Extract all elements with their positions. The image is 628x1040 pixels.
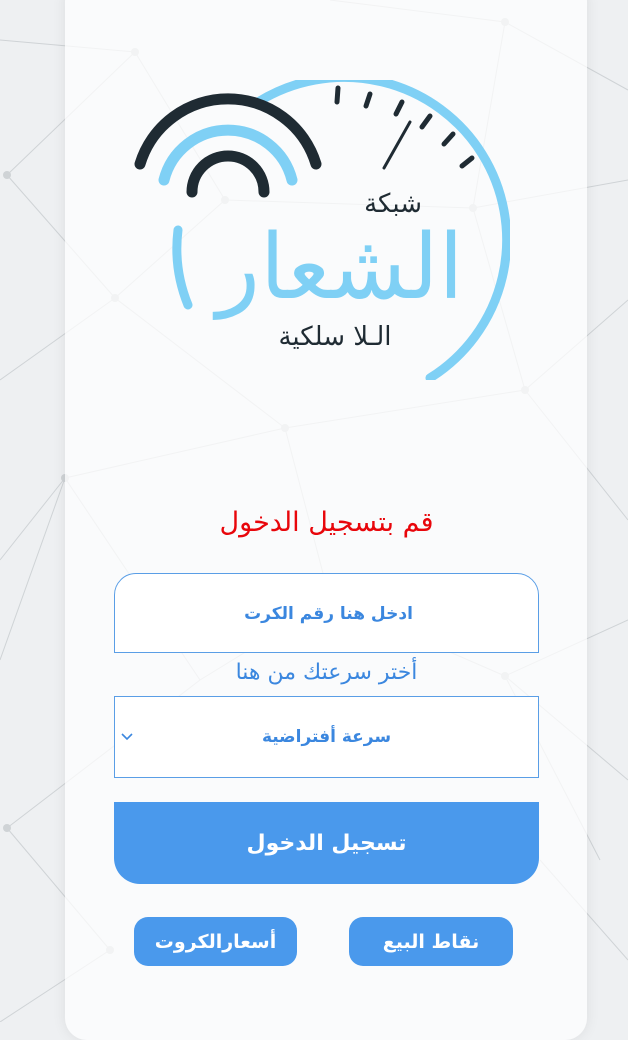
gauge-arc-left (172, 225, 193, 310)
sales-points-button[interactable]: نقاط البيع (349, 917, 513, 966)
wifi-icon (134, 93, 322, 198)
card-prices-button[interactable]: أسعارالكروت (134, 917, 297, 966)
speed-select[interactable]: سرعة أفتراضية (114, 696, 539, 778)
gauge-ticks (334, 85, 475, 169)
card-number-field[interactable] (114, 573, 542, 654)
login-heading: قم بتسجيل الدخول (219, 507, 434, 538)
gauge-needle (382, 120, 412, 170)
logo-brand-name: الشعار (212, 215, 463, 320)
speed-selected-value: سرعة أفتراضية (261, 727, 392, 747)
logo-wireless-label: الـلا سلكية (278, 322, 391, 352)
brand-logo: شبكة الشعار الـلا سلكية (134, 80, 510, 380)
speed-prompt: أختر سرعتك من هنا (235, 660, 418, 685)
chevron-down-icon (121, 733, 133, 741)
login-button[interactable]: تسجيل الدخول (114, 802, 539, 884)
card-number-input[interactable] (115, 574, 542, 654)
